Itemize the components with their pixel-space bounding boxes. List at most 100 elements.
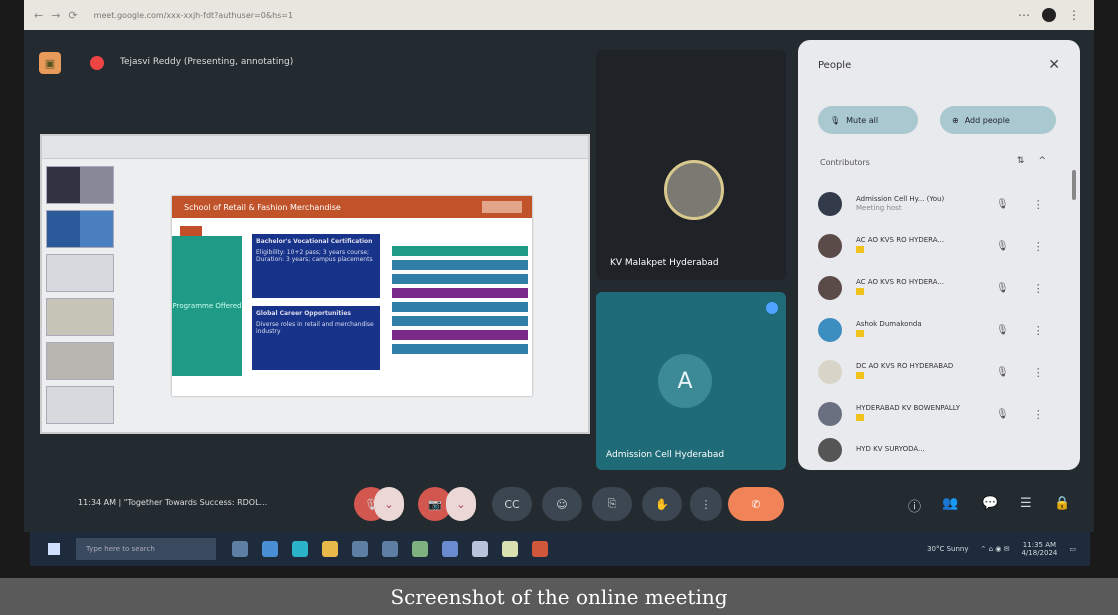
- slide-thumbnail[interactable]: [46, 386, 114, 424]
- mute-all-label: Mute all: [846, 115, 879, 125]
- folder-icon[interactable]: [322, 541, 338, 557]
- mic-off-icon[interactable]: 🎙: [996, 367, 1009, 378]
- participant-row[interactable]: Admission Cell Hy... (You) Meeting host …: [818, 186, 1068, 222]
- raise-hand-button[interactable]: ✋: [642, 487, 682, 521]
- mic-off-icon[interactable]: 🎙: [996, 325, 1009, 336]
- slide-thumbnail[interactable]: [46, 210, 114, 248]
- participant-row-name: DC AO KVS RO HYDERABAD: [856, 362, 954, 371]
- participant-row[interactable]: AC AO KVS RO HYDERA... 🎙 ⋮: [818, 228, 1068, 264]
- participant-row[interactable]: AC AO KVS RO HYDERA... 🎙 ⋮: [818, 270, 1068, 306]
- slide-box-career: Global Career Opportunities Diverse role…: [252, 306, 380, 370]
- slide-box-title: Bachelor's Vocational Certification: [256, 238, 373, 245]
- windows-start-icon[interactable]: [48, 543, 60, 555]
- more-icon[interactable]: ⋮: [1033, 282, 1044, 295]
- menu-icon[interactable]: ⋮: [1068, 8, 1080, 22]
- participant-row[interactable]: Ashok Dumakonda 🎙 ⋮: [818, 312, 1068, 348]
- host-badge-icon: [856, 245, 864, 253]
- slide-thumbnail[interactable]: [46, 166, 114, 204]
- mail-icon[interactable]: [382, 541, 398, 557]
- present-button[interactable]: ⎘: [592, 487, 632, 521]
- app-icon[interactable]: [502, 541, 518, 557]
- browser-address-bar[interactable]: ←→⟳ meet.google.com/xxx-xxjh-fdt?authuse…: [24, 0, 1094, 30]
- app-icon[interactable]: [412, 541, 428, 557]
- slide-thumbnail[interactable]: [46, 254, 114, 292]
- extension-icon[interactable]: ⋯: [1018, 8, 1030, 22]
- reactions-button[interactable]: ☺: [542, 487, 582, 521]
- chrome-icon[interactable]: [262, 541, 278, 557]
- slide-title: School of Retail & Fashion Merchandise: [172, 196, 532, 218]
- tray-icons[interactable]: ⌃ ⌂ ◉ ✉: [981, 545, 1010, 553]
- powerpoint-icon[interactable]: [532, 541, 548, 557]
- taskview-icon[interactable]: [232, 541, 248, 557]
- participant-row-name: AC AO KVS RO HYDERA...: [856, 236, 945, 245]
- collapse-icon[interactable]: ⇅^: [1017, 156, 1060, 166]
- more-icon[interactable]: ⋮: [1033, 324, 1044, 337]
- slide-logo: [482, 201, 522, 213]
- slide-list-bar: [392, 274, 528, 284]
- close-icon[interactable]: ✕: [1048, 57, 1060, 73]
- participant-avatar: [818, 360, 842, 384]
- profile-avatar[interactable]: [1042, 8, 1056, 22]
- participant-avatar: [818, 276, 842, 300]
- chat-icon[interactable]: 💬: [982, 496, 998, 511]
- slide-list-bar: [392, 260, 528, 270]
- activities-icon[interactable]: ☰: [1020, 496, 1032, 511]
- participant-tile-logo[interactable]: KV Malakpet Hyderabad: [596, 50, 786, 280]
- image-caption: Screenshot of the online meeting: [0, 578, 1118, 615]
- slide-title-text: School of Retail & Fashion Merchandise: [184, 202, 341, 212]
- ppt-ribbon: [42, 136, 588, 159]
- mic-options-button[interactable]: ⌄: [374, 487, 404, 521]
- more-options-button[interactable]: ⋮: [690, 487, 722, 521]
- camera-options-button[interactable]: ⌄: [446, 487, 476, 521]
- leave-call-button[interactable]: ✆: [728, 487, 784, 521]
- host-badge-icon: [856, 287, 864, 295]
- slide-thumbnail[interactable]: [46, 342, 114, 380]
- url-text[interactable]: meet.google.com/xxx-xxjh-fdt?authuser=0&…: [94, 11, 293, 20]
- more-icon[interactable]: ⋮: [1033, 240, 1044, 253]
- mute-all-button[interactable]: 🎙 Mute all: [818, 106, 918, 134]
- people-icon[interactable]: 👥: [942, 496, 958, 511]
- more-icon[interactable]: ⋮: [1033, 408, 1044, 421]
- weather-label[interactable]: 30°C Sunny: [927, 545, 968, 553]
- edge-icon[interactable]: [292, 541, 308, 557]
- slide-list-bar: [392, 246, 528, 256]
- host-badge-icon: [856, 371, 864, 379]
- mic-off-icon[interactable]: 🎙: [996, 283, 1009, 294]
- mic-off-icon[interactable]: 🎙: [996, 199, 1009, 210]
- info-icon[interactable]: ⓘ: [908, 496, 921, 515]
- participant-row[interactable]: HYD KV SURYODA...: [818, 436, 1068, 464]
- more-icon[interactable]: ⋮: [1033, 198, 1044, 211]
- participant-tile-admission[interactable]: A Admission Cell Hyderabad: [596, 292, 786, 470]
- taskbar-search-input[interactable]: Type here to search: [76, 538, 216, 560]
- participant-row-sub: Meeting host: [856, 204, 902, 212]
- kv-logo: [664, 160, 724, 220]
- participant-name: KV Malakpet Hyderabad: [610, 258, 719, 268]
- participant-row[interactable]: DC AO KVS RO HYDERABAD 🎙 ⋮: [818, 354, 1068, 390]
- mic-off-icon[interactable]: 🎙: [996, 409, 1009, 420]
- slide-list-bar: [392, 344, 528, 354]
- more-icon[interactable]: ⋮: [1033, 366, 1044, 379]
- slide-thumbnail[interactable]: [46, 298, 114, 336]
- add-person-icon: ⊕: [952, 115, 959, 125]
- mic-off-icon[interactable]: 🎙: [996, 241, 1009, 252]
- meeting-info: 11:34 AM | "Together Towards Success: RD…: [78, 498, 268, 507]
- scrollbar[interactable]: [1072, 170, 1076, 200]
- clock-time[interactable]: 11:35 AM: [1021, 541, 1057, 549]
- notification-icon[interactable]: ▭: [1069, 545, 1076, 553]
- add-people-button[interactable]: ⊕ Add people: [940, 106, 1056, 134]
- app-icon[interactable]: [442, 541, 458, 557]
- app-icon[interactable]: [472, 541, 488, 557]
- participant-avatar: [818, 318, 842, 342]
- slide-list-bar: [392, 302, 528, 312]
- slide-job-list: [392, 246, 528, 358]
- slide-list-bar: [392, 288, 528, 298]
- clock-date[interactable]: 4/18/2024: [1021, 549, 1057, 557]
- host-badge-icon: [856, 329, 864, 337]
- host-controls-icon[interactable]: 🔒: [1054, 496, 1070, 511]
- participant-row[interactable]: HYDERABAD KV BOWENPALLY 🎙 ⋮: [818, 396, 1068, 432]
- store-icon[interactable]: [352, 541, 368, 557]
- slide-teal-panel: Programme Offered: [172, 236, 242, 376]
- present-icon[interactable]: ▣: [39, 52, 61, 74]
- browser-nav-icons[interactable]: ←→⟳: [34, 9, 86, 22]
- captions-button[interactable]: CC: [492, 487, 532, 521]
